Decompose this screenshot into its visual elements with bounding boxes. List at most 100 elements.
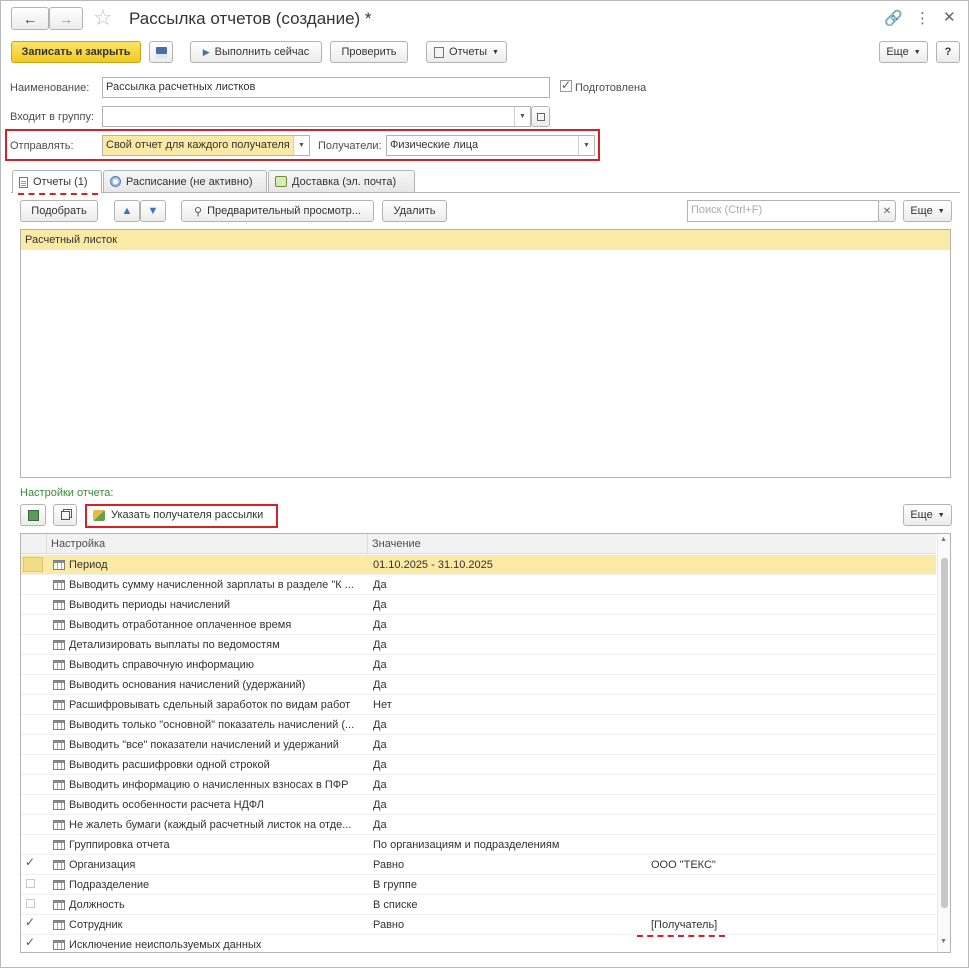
open-group-button[interactable] (531, 106, 550, 127)
setting-value[interactable]: Да (373, 579, 643, 591)
send-select[interactable]: Свой отчет для каждого получателя ▼ (102, 135, 310, 156)
scrollbar[interactable]: ▲ ▼ (937, 534, 950, 952)
move-down-button[interactable]: ▼ (140, 200, 166, 222)
setting-value[interactable]: Да (373, 619, 643, 631)
settings-grid[interactable]: Настройка Значение Период 01.10.2025 - 31… (20, 533, 951, 953)
setting-value[interactable]: Да (373, 739, 643, 751)
search-clear-button[interactable]: ✕ (878, 200, 896, 222)
row-checkbox[interactable] (25, 678, 37, 690)
run-now-button[interactable]: ▶ Выполнить сейчас (190, 41, 322, 63)
table-row[interactable]: Не жалеть бумаги (каждый расчетный листо… (21, 815, 936, 835)
link-icon[interactable]: 🔗 (884, 9, 903, 27)
back-button[interactable]: ← (11, 7, 49, 30)
setting-value[interactable]: Да (373, 759, 643, 771)
table-row[interactable]: Детализировать выплаты по ведомостям Да (21, 635, 936, 655)
setting-value[interactable]: В группе (373, 879, 643, 891)
row-checkbox[interactable] (25, 878, 37, 890)
row-checkbox[interactable] (25, 578, 37, 590)
table-row[interactable]: Выводить "все" показатели начислений и у… (21, 735, 936, 755)
close-icon[interactable]: ✕ (943, 8, 956, 26)
setting-value[interactable]: Равно (373, 919, 643, 931)
row-checkbox[interactable] (25, 898, 37, 910)
setting-extra-value[interactable]: ООО "ТЕКС" (651, 859, 716, 871)
setting-value[interactable]: Да (373, 819, 643, 831)
reports-more-button[interactable]: Еще ▼ (903, 200, 952, 222)
table-row[interactable]: Должность В списке (21, 895, 936, 915)
favorite-star-icon[interactable]: ☆ (93, 5, 113, 31)
list-item[interactable]: Расчетный листок (21, 230, 950, 250)
copy-settings-button[interactable] (53, 504, 77, 526)
prepared-checkbox[interactable] (560, 78, 572, 92)
row-checkbox[interactable] (25, 618, 37, 630)
row-checkbox[interactable] (23, 557, 43, 572)
more-vertical-icon[interactable]: ⋮ (915, 9, 930, 27)
reports-menu-button[interactable]: Отчеты ▼ (426, 41, 507, 63)
row-checkbox[interactable] (25, 658, 37, 670)
row-checkbox[interactable] (25, 638, 37, 650)
setting-value[interactable]: Да (373, 679, 643, 691)
table-row[interactable]: Выводить особенности расчета НДФЛ Да (21, 795, 936, 815)
table-row[interactable]: Выводить расшифровки одной строкой Да (21, 755, 936, 775)
pick-button[interactable]: Подобрать (20, 200, 98, 222)
table-row[interactable]: Группировка отчета По организациям и подр… (21, 835, 936, 855)
setting-value[interactable]: 01.10.2025 - 31.10.2025 (373, 559, 643, 571)
scroll-up-icon[interactable]: ▲ (940, 536, 947, 543)
preview-button[interactable]: ⚲ Предварительный просмотр... (181, 200, 374, 222)
reports-list[interactable]: Расчетный листок (20, 229, 951, 478)
row-checkbox[interactable] (25, 798, 37, 810)
row-checkbox[interactable] (25, 598, 37, 610)
settings-more-button[interactable]: Еще ▼ (903, 504, 952, 526)
row-checkbox[interactable] (25, 915, 37, 930)
save-button[interactable] (149, 41, 173, 63)
table-row[interactable]: Сотрудник Равно [Получатель] (21, 915, 936, 935)
table-row[interactable]: Расшифровывать сдельный заработок по вид… (21, 695, 936, 715)
setting-value[interactable]: В списке (373, 899, 643, 911)
row-checkbox[interactable] (25, 738, 37, 750)
table-row[interactable]: Выводить основания начислений (удержаний… (21, 675, 936, 695)
setting-value[interactable]: Нет (373, 699, 643, 711)
chevron-down-icon[interactable]: ▼ (578, 136, 594, 155)
table-row[interactable]: Выводить периоды начислений Да (21, 595, 936, 615)
column-header-value[interactable]: Значение (372, 538, 421, 550)
table-row[interactable]: Выводить справочную информацию Да (21, 655, 936, 675)
row-checkbox[interactable] (25, 758, 37, 770)
setting-value[interactable]: Да (373, 719, 643, 731)
row-checkbox[interactable] (25, 838, 37, 850)
help-button[interactable]: ? (936, 41, 960, 63)
tab-reports[interactable]: Отчеты (1) (12, 170, 102, 193)
row-checkbox[interactable] (25, 818, 37, 830)
table-row[interactable]: Исключение неиспользуемых данных (21, 935, 936, 952)
row-checkbox[interactable] (25, 855, 37, 870)
chevron-down-icon[interactable]: ▼ (514, 107, 530, 126)
table-row[interactable]: Подразделение В группе (21, 875, 936, 895)
setting-value[interactable]: Да (373, 799, 643, 811)
delete-button[interactable]: Удалить (382, 200, 447, 222)
table-row[interactable]: Выводить информацию о начисленных взноса… (21, 775, 936, 795)
check-button[interactable]: Проверить (330, 41, 408, 63)
table-row[interactable]: Выводить только "основной" показатель на… (21, 715, 936, 735)
tab-delivery[interactable]: Доставка (эл. почта) (268, 170, 415, 192)
forward-button[interactable]: → (49, 7, 83, 30)
search-input[interactable]: Поиск (Ctrl+F) (687, 200, 879, 222)
table-row[interactable]: Выводить сумму начисленной зарплаты в ра… (21, 575, 936, 595)
scroll-down-icon[interactable]: ▼ (940, 938, 947, 945)
table-row[interactable]: Период 01.10.2025 - 31.10.2025 (21, 555, 936, 575)
row-checkbox[interactable] (25, 718, 37, 730)
chevron-down-icon[interactable]: ▼ (293, 136, 309, 155)
setting-value[interactable]: Да (373, 639, 643, 651)
save-settings-button[interactable] (20, 504, 46, 526)
more-button[interactable]: Еще ▼ (879, 41, 928, 63)
setting-value[interactable]: По организациям и подразделениям (373, 839, 643, 851)
row-checkbox[interactable] (25, 935, 37, 950)
specify-recipient-button[interactable]: Указать получателя рассылки (87, 505, 275, 525)
setting-value[interactable]: Да (373, 659, 643, 671)
scrollbar-thumb[interactable] (941, 558, 948, 908)
save-and-close-button[interactable]: Записать и закрыть (11, 41, 141, 63)
group-input[interactable]: ▼ (102, 106, 531, 127)
setting-extra-value[interactable]: [Получатель] (651, 919, 717, 931)
column-header-setting[interactable]: Настройка (51, 538, 105, 550)
recipients-select[interactable]: Физические лица ▼ (386, 135, 595, 156)
row-checkbox[interactable] (25, 778, 37, 790)
tab-schedule[interactable]: Расписание (не активно) (103, 170, 267, 192)
table-row[interactable]: Организация Равно ООО "ТЕКС" (21, 855, 936, 875)
